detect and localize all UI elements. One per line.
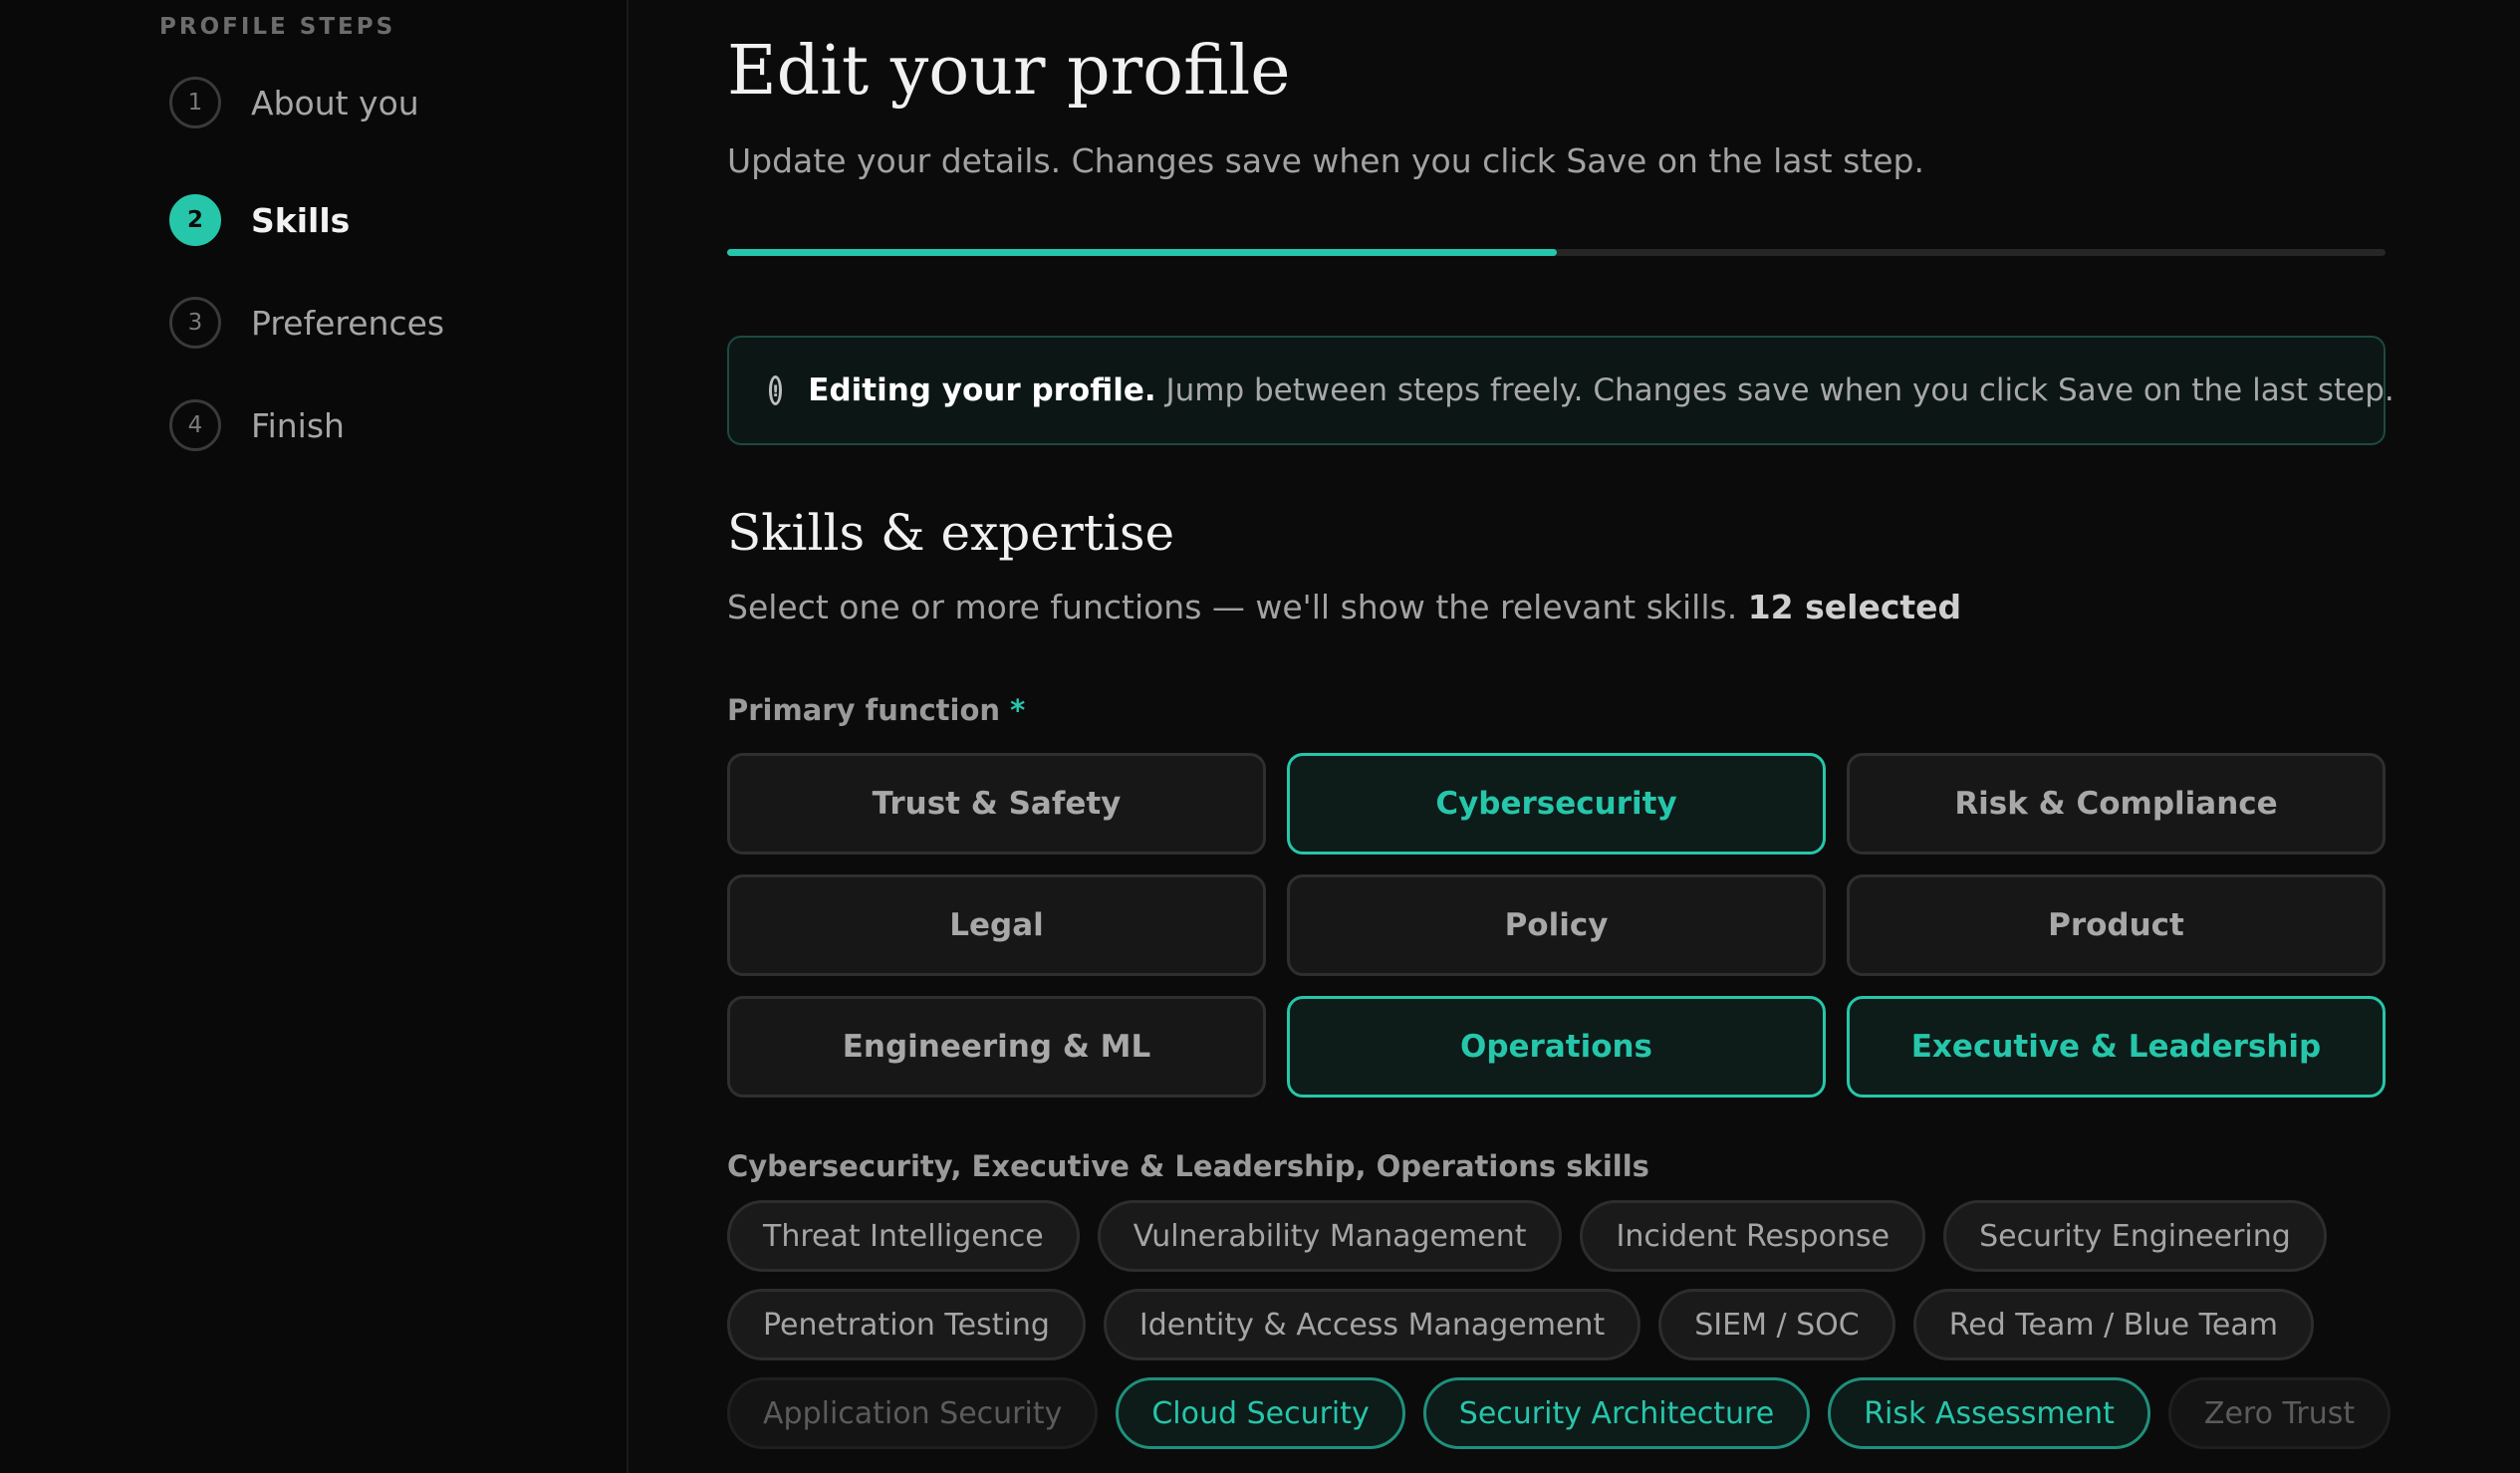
step-label: Preferences <box>251 303 445 343</box>
skill-chip-incident-response[interactable]: Incident Response <box>1580 1200 1926 1272</box>
section-subtitle: Select one or more functions — we'll sho… <box>727 588 1961 626</box>
step-number: 4 <box>169 399 221 451</box>
function-option-operations[interactable]: Operations <box>1287 996 1826 1098</box>
step-label: Finish <box>251 405 345 445</box>
step-about-you[interactable]: 1 About you <box>169 74 419 131</box>
step-preferences[interactable]: 3 Preferences <box>169 294 444 352</box>
function-option-cybersecurity[interactable]: Cybersecurity <box>1287 753 1826 855</box>
function-option-legal[interactable]: Legal <box>727 874 1266 976</box>
skill-chip-identity-and-access-management[interactable]: Identity & Access Management <box>1103 1289 1641 1360</box>
skill-chip-risk-assessment[interactable]: Risk Assessment <box>1828 1377 2150 1449</box>
skill-chip-siem-soc[interactable]: SIEM / SOC <box>1658 1289 1895 1360</box>
page-subtitle: Update your details. Changes save when y… <box>727 141 1924 180</box>
skill-chip-penetration-testing[interactable]: Penetration Testing <box>727 1289 1086 1360</box>
section-subtitle-text: Select one or more functions — we'll sho… <box>727 588 1748 626</box>
function-option-policy[interactable]: Policy <box>1287 874 1826 976</box>
step-label: Skills <box>251 200 351 240</box>
skill-chip-application-security[interactable]: Application Security <box>727 1377 1099 1449</box>
function-option-executive-and-leadership[interactable]: Executive & Leadership <box>1847 996 2386 1098</box>
progress-bar <box>727 249 2386 256</box>
skills-row-1: Threat Intelligence Vulnerability Managem… <box>727 1200 2327 1272</box>
step-number: 1 <box>169 77 221 128</box>
primary-function-label-text: Primary function <box>727 693 1001 727</box>
required-marker: * <box>1010 693 1026 727</box>
function-grid: Trust & Safety Cybersecurity Risk & Compli… <box>727 753 2386 1098</box>
function-option-trust-and-safety[interactable]: Trust & Safety <box>727 753 1266 855</box>
progress-fill <box>727 249 1557 256</box>
section-title: Skills & expertise <box>727 504 1175 562</box>
step-skills[interactable]: 2 Skills <box>169 191 350 249</box>
steps-heading: PROFILE STEPS <box>159 14 396 40</box>
step-label: About you <box>251 83 419 123</box>
function-option-risk-and-compliance[interactable]: Risk & Compliance <box>1847 753 2386 855</box>
sidebar: PROFILE STEPS 1 About you 2 Skills 3 Pre… <box>0 0 629 1473</box>
skill-chip-security-engineering[interactable]: Security Engineering <box>1943 1200 2327 1272</box>
function-option-engineering-and-ml[interactable]: Engineering & ML <box>727 996 1266 1098</box>
skill-chip-red-team-blue-team[interactable]: Red Team / Blue Team <box>1912 1289 2314 1360</box>
notice-body: Jump between steps freely. Changes save … <box>1155 372 2394 408</box>
skills-row-2: Penetration Testing Identity & Access Man… <box>727 1289 2314 1360</box>
editing-notice: ! Editing your profile. Jump between ste… <box>727 336 2394 445</box>
step-finish[interactable]: 4 Finish <box>169 396 345 454</box>
primary-function-label: Primary function * <box>727 693 1025 727</box>
notice-strong: Editing your profile. <box>808 372 1156 408</box>
skill-chip-vulnerability-management[interactable]: Vulnerability Management <box>1097 1200 1563 1272</box>
notice-text: Editing your profile. Jump between steps… <box>808 372 2394 408</box>
info-icon: ! <box>769 375 783 405</box>
skills-row-3: Application Security Cloud Security Securi… <box>727 1377 2392 1449</box>
page-title: Edit your profile <box>727 32 1291 111</box>
skill-chip-security-architecture[interactable]: Security Architecture <box>1422 1377 1811 1449</box>
skill-chip-threat-intelligence[interactable]: Threat Intelligence <box>727 1200 1080 1272</box>
selected-count: 12 selected <box>1747 588 1962 626</box>
skill-chip-zero-trust[interactable]: Zero Trust <box>2167 1377 2392 1449</box>
skills-label: Cybersecurity, Executive & Leadership, O… <box>727 1149 1649 1183</box>
skill-chip-cloud-security[interactable]: Cloud Security <box>1116 1377 1405 1449</box>
function-option-product[interactable]: Product <box>1847 874 2386 976</box>
step-number: 2 <box>169 194 221 246</box>
step-number: 3 <box>169 297 221 349</box>
